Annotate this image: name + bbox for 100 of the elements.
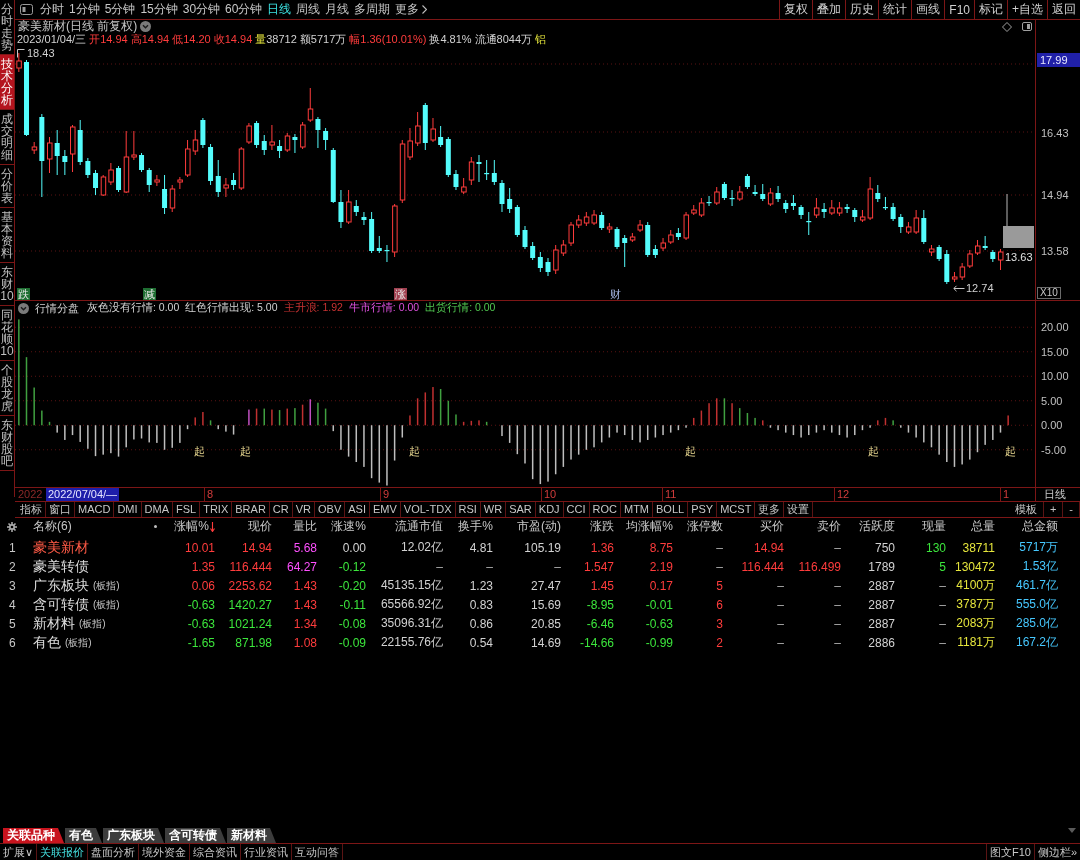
indicator-tab[interactable]: MACD <box>75 502 115 517</box>
toolbar-button[interactable]: 画线 <box>911 0 945 19</box>
indicator-tab[interactable]: DMI <box>114 502 142 517</box>
indicator-tab[interactable]: RSI <box>455 502 481 517</box>
toolbar-button[interactable]: + <box>1043 502 1064 517</box>
period-tab[interactable]: 多周期 <box>354 1 391 18</box>
toolbar-button[interactable]: 历史 <box>845 0 879 19</box>
indicator-tab[interactable]: VOL-TDX <box>400 502 456 517</box>
column-header[interactable]: 涨速% <box>331 518 366 535</box>
side-tab[interactable]: 东财10 <box>0 263 14 306</box>
column-header[interactable]: 换手% <box>458 518 493 535</box>
side-tab[interactable]: 同花顺10 <box>0 306 14 361</box>
column-header[interactable]: 涨跌 <box>590 518 614 535</box>
status-button[interactable]: 侧边栏» <box>1033 844 1080 860</box>
indicator-tab[interactable]: VR <box>292 502 315 517</box>
event-marker[interactable]: 财 <box>609 288 622 300</box>
toolbar-button[interactable]: 统计 <box>878 0 912 19</box>
period-tab[interactable]: 日线 <box>267 1 292 18</box>
indicator-tab[interactable]: MCST <box>717 502 756 517</box>
indicator-tab[interactable]: SAR <box>506 502 536 517</box>
chevron-circle-icon[interactable] <box>18 302 29 314</box>
scale-button[interactable]: X10 <box>1037 287 1061 299</box>
toolbar-button[interactable]: 复权 <box>779 0 813 19</box>
dropdown-icon[interactable] <box>1068 828 1076 833</box>
bottom-tab[interactable]: 广东板块 <box>103 828 164 843</box>
indicator-tab[interactable]: BOLL <box>653 502 689 517</box>
bottom-tab[interactable]: 含可转债 <box>165 828 226 843</box>
indicator-tab[interactable]: 窗口 <box>46 502 75 517</box>
column-header[interactable]: 涨停数 <box>687 518 723 535</box>
event-marker[interactable]: 减 <box>143 288 156 300</box>
period-tab[interactable]: 周线 <box>296 1 321 18</box>
toolbar-button[interactable]: 标记 <box>974 0 1007 19</box>
column-header[interactable]: 现价 <box>248 518 272 535</box>
indicator-tab[interactable]: 设置 <box>784 502 814 517</box>
stock-name[interactable]: 广东板块 <box>33 576 89 595</box>
indicator-tab[interactable]: MTM <box>621 502 654 517</box>
status-tab[interactable]: 关联报价 <box>37 844 89 860</box>
indicator-tab[interactable]: DMA <box>141 502 173 517</box>
indicator-tab[interactable]: KDJ <box>535 502 564 517</box>
side-tab[interactable]: 成交明细 <box>0 110 14 165</box>
period-tab[interactable]: 1分钟 <box>69 1 100 18</box>
stock-name[interactable]: 含可转债 <box>33 595 89 614</box>
period-tab[interactable]: 5分钟 <box>104 1 136 18</box>
event-marker[interactable]: 跌 <box>17 288 30 300</box>
status-tab[interactable]: 互动问答 <box>292 844 344 860</box>
indicator-tab[interactable]: 更多 <box>755 502 785 517</box>
more-menu-button[interactable]: 更多 <box>395 1 428 18</box>
column-header[interactable]: 买价 <box>760 518 784 535</box>
diamond-icon[interactable] <box>1002 21 1012 32</box>
stock-name[interactable]: 新材料 <box>33 614 75 633</box>
stock-name[interactable]: 有色 <box>33 633 61 652</box>
period-tab[interactable]: 30分钟 <box>182 1 221 18</box>
side-tab[interactable]: 分价表 <box>0 165 14 208</box>
stock-name[interactable]: 豪美转债 <box>33 557 89 576</box>
column-header[interactable]: 卖价 <box>817 518 841 535</box>
status-tab[interactable]: 盘面分析 <box>88 844 140 860</box>
indicator-tab[interactable]: BRAR <box>232 502 270 517</box>
column-header[interactable]: 总金额 <box>1022 518 1058 535</box>
side-tab[interactable]: 技术分析 <box>0 55 14 110</box>
status-button[interactable]: 图文F10 <box>985 844 1034 860</box>
column-header[interactable]: 活跃度 <box>859 518 895 535</box>
stock-name[interactable]: 豪美新材 <box>33 538 89 557</box>
status-tab[interactable]: 行业资讯 <box>241 844 293 860</box>
toolbar-button[interactable]: F10 <box>944 0 974 19</box>
indicator-tab[interactable]: FSL <box>173 502 201 517</box>
indicator-tab[interactable]: PSY <box>688 502 718 517</box>
period-tab[interactable]: 60分钟 <box>225 1 263 18</box>
panel-icon[interactable] <box>1022 22 1032 31</box>
side-tab[interactable]: 个股龙虎 <box>0 361 14 416</box>
indicator-tab[interactable]: WR <box>480 502 507 517</box>
status-tab[interactable]: 扩展∨ <box>0 844 38 860</box>
column-header[interactable]: 名称(6) <box>33 518 72 535</box>
toolbar-button[interactable]: 叠加 <box>812 0 846 19</box>
indicator-tab[interactable]: TRIX <box>200 502 233 517</box>
indicator-tab[interactable]: OBV <box>315 502 346 517</box>
toolbar-button[interactable]: 返回 <box>1047 0 1080 19</box>
status-tab[interactable]: 境外资金 <box>139 844 191 860</box>
toolbar-button[interactable]: 模板 <box>1008 502 1044 517</box>
chevron-circle-icon[interactable] <box>140 21 152 32</box>
column-header[interactable]: 流通市值 <box>395 518 443 535</box>
indicator-tab[interactable]: CR <box>269 502 293 517</box>
panel-icon[interactable] <box>20 4 33 15</box>
side-tab[interactable]: 基本资料 <box>0 208 14 263</box>
side-tab[interactable]: 东财股吧 <box>0 416 14 471</box>
column-header[interactable]: 涨幅% <box>174 518 215 535</box>
bottom-tab[interactable]: 关联品种 <box>3 828 64 843</box>
bottom-tab[interactable]: 新材料 <box>227 828 276 843</box>
bottom-tab[interactable]: 有色 <box>65 828 102 843</box>
indicator-tab[interactable]: ASI <box>345 502 370 517</box>
period-tab[interactable]: 月线 <box>325 1 350 18</box>
toolbar-button[interactable]: +自选 <box>1007 0 1047 19</box>
period-tab[interactable]: 15分钟 <box>140 1 178 18</box>
indicator-tab[interactable]: EMV <box>369 502 401 517</box>
status-tab[interactable]: 综合资讯 <box>190 844 242 860</box>
column-header[interactable]: 市盈(动) <box>517 518 561 535</box>
indicator-tab[interactable]: ROC <box>589 502 621 517</box>
column-header[interactable]: 现量 <box>922 518 946 535</box>
settings-icon[interactable] <box>7 521 17 532</box>
column-header[interactable]: 总量 <box>971 518 995 535</box>
column-header[interactable]: 均涨幅% <box>626 518 673 535</box>
